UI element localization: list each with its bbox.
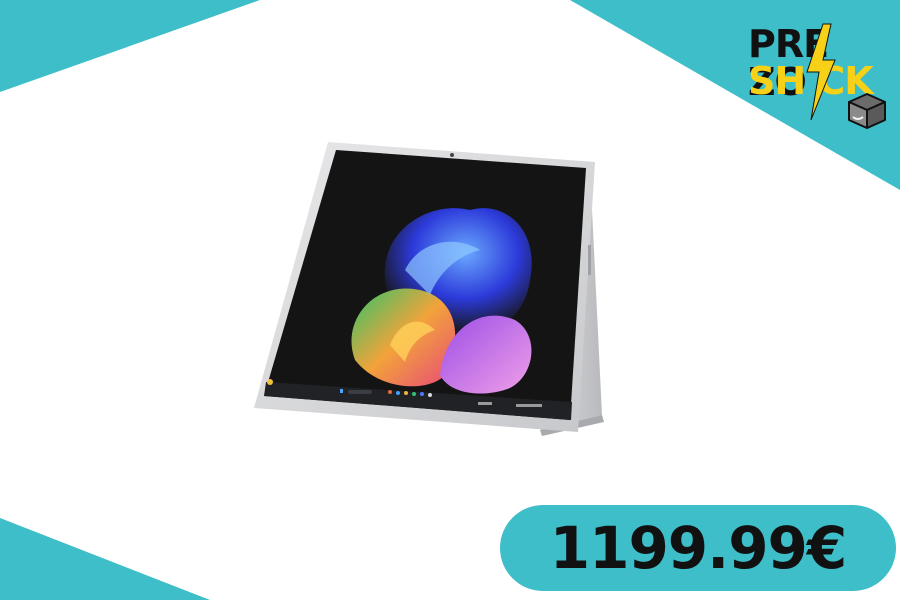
price-badge: 1199.99€ xyxy=(500,505,896,591)
camera-icon xyxy=(450,153,454,157)
bottom-left-band xyxy=(0,518,210,600)
lightning-bolt-icon xyxy=(806,23,836,121)
prezzo-shock-logo: PRE ZO SH CK xyxy=(745,22,895,132)
tablet-product-image xyxy=(254,142,604,436)
side-button xyxy=(588,245,591,275)
price-label: 1199.99€ xyxy=(549,514,848,582)
package-box-icon xyxy=(848,93,886,129)
top-left-band xyxy=(0,0,260,92)
